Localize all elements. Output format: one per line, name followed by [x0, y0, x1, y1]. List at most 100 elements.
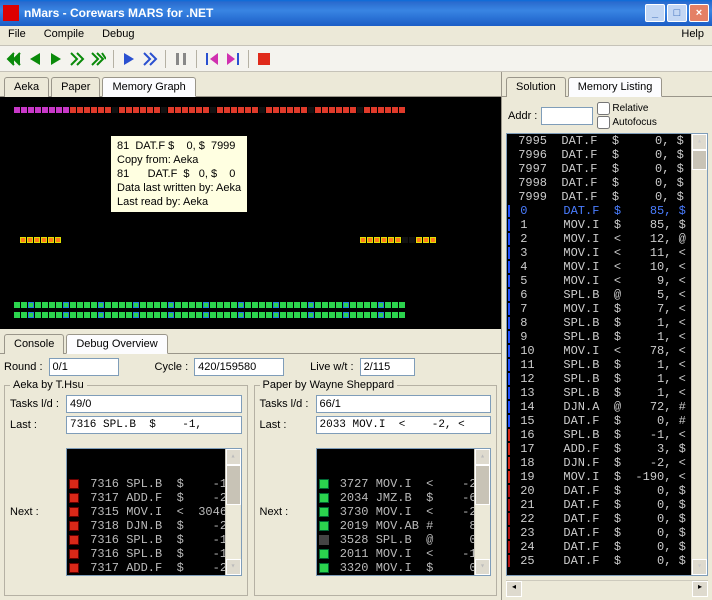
- memory-row[interactable]: 16 SPL.B $ -1, < -2857: [507, 428, 707, 442]
- memory-row[interactable]: 17 ADD.F $ 3, $ -2: [507, 442, 707, 456]
- scrollbar-v[interactable]: ▴▾: [474, 449, 490, 575]
- last-a-field[interactable]: [66, 416, 242, 434]
- menu-compile[interactable]: Compile: [44, 28, 84, 43]
- last-b-label: Last :: [260, 419, 310, 431]
- rewind-icon[interactable]: [204, 51, 220, 67]
- cursor-step-icon[interactable]: [121, 51, 137, 67]
- tab-memory-listing[interactable]: Memory Listing: [568, 77, 663, 97]
- list-item[interactable]: 7315 MOV.I < 3046: [67, 505, 241, 519]
- memory-row[interactable]: 8 SPL.B $ 1, < -2856: [507, 316, 707, 330]
- cycle-field[interactable]: [194, 358, 284, 376]
- memory-row[interactable]: 25 DAT.F $ 0, $ 0: [507, 554, 707, 568]
- memory-row[interactable]: 7999 DAT.F $ 0, $ 0: [507, 190, 707, 204]
- memory-row[interactable]: 2 MOV.I < 12, @ 10: [507, 232, 707, 246]
- step-back-all-icon[interactable]: [6, 51, 22, 67]
- memory-row[interactable]: 1 MOV.I $ 85, $ 3494: [507, 218, 707, 232]
- memory-row[interactable]: 14 DJN.A @ 72, # 1: [507, 400, 707, 414]
- list-item[interactable]: 7316 SPL.B $ -1: [67, 477, 241, 491]
- menu-file[interactable]: File: [8, 28, 26, 43]
- list-item-text: 7315 MOV.I < 3046: [83, 575, 227, 576]
- memory-row[interactable]: 5 MOV.I < 9, < 6: [507, 274, 707, 288]
- tasks-b-field[interactable]: [316, 395, 492, 413]
- list-item[interactable]: 7317 ADD.F $ -2: [67, 561, 241, 575]
- memory-row[interactable]: 12 SPL.B $ 1, < -2856: [507, 372, 707, 386]
- row-marker: [508, 485, 510, 497]
- memory-listing[interactable]: 7995 DAT.F $ 0, $ 0 7996 DAT.F $ 0, $ 0 …: [506, 133, 708, 576]
- tab-console[interactable]: Console: [4, 334, 64, 354]
- memory-row[interactable]: 13 SPL.B $ 1, < -2856: [507, 386, 707, 400]
- list-item[interactable]: 2011 MOV.I < -1: [317, 547, 491, 561]
- memory-row[interactable]: 10 MOV.I < 78, < -10: [507, 344, 707, 358]
- memory-row[interactable]: 7 MOV.I $ 7, < 4: [507, 302, 707, 316]
- memory-row[interactable]: 11 SPL.B $ 1, < -2856: [507, 358, 707, 372]
- tab-memory-graph[interactable]: Memory Graph: [102, 77, 195, 97]
- step-back-icon[interactable]: [27, 51, 43, 67]
- memory-row-text: 5 MOV.I < 9, < 6: [513, 274, 708, 288]
- memory-row[interactable]: 3 MOV.I < 11, < 8: [507, 246, 707, 260]
- stop-icon[interactable]: [256, 51, 272, 67]
- memory-row[interactable]: 24 DAT.F $ 0, $ 0: [507, 540, 707, 554]
- list-item[interactable]: 7318 DJN.B $ -2: [67, 519, 241, 533]
- tasks-a-field[interactable]: [66, 395, 242, 413]
- list-item[interactable]: 2019 MOV.AB # 8: [317, 519, 491, 533]
- run-icon[interactable]: [48, 51, 64, 67]
- memory-row[interactable]: 21 DAT.F $ 0, $ 0: [507, 498, 707, 512]
- ffwd-end-icon[interactable]: [225, 51, 241, 67]
- memory-row[interactable]: 6 SPL.B @ 5, < -2856: [507, 288, 707, 302]
- memory-row[interactable]: 15 DAT.F $ 0, # 74: [507, 414, 707, 428]
- next-a-list[interactable]: 7316 SPL.B $ -1 7317 ADD.F $ -2 7315 MOV…: [66, 448, 242, 576]
- memory-row[interactable]: 7997 DAT.F $ 0, $ 0: [507, 162, 707, 176]
- autofocus-checkbox[interactable]: Autofocus: [597, 116, 656, 129]
- memory-row[interactable]: 0 DAT.F $ 85, $ 3500: [507, 204, 707, 218]
- cursor-fast-icon[interactable]: [142, 51, 158, 67]
- close-button[interactable]: ×: [689, 4, 709, 22]
- color-marker: [69, 479, 79, 489]
- last-b-field[interactable]: [316, 416, 492, 434]
- memory-tooltip: 81 DAT.F $ 0, $ 7999 Copy from: Aeka 81 …: [110, 135, 248, 213]
- scrollbar-v[interactable]: ▴▾: [225, 449, 241, 575]
- scrollbar-v[interactable]: ▴▾: [691, 134, 707, 575]
- tab-aeka[interactable]: Aeka: [4, 77, 49, 97]
- list-item[interactable]: 3730 MOV.I < -2: [317, 505, 491, 519]
- memory-graph[interactable]: 81 DAT.F $ 0, $ 7999 Copy from: Aeka 81 …: [0, 97, 501, 329]
- round-field[interactable]: [49, 358, 119, 376]
- menu-help[interactable]: Help: [681, 28, 704, 43]
- memory-row[interactable]: 18 DJN.F $ -2, < -2859: [507, 456, 707, 470]
- memory-row[interactable]: 7995 DAT.F $ 0, $ 0: [507, 134, 707, 148]
- tab-solution[interactable]: Solution: [506, 77, 566, 97]
- step-icon[interactable]: [69, 51, 85, 67]
- memory-row[interactable]: 22 DAT.F $ 0, $ 0: [507, 512, 707, 526]
- list-item[interactable]: 3727 MOV.I < -2: [317, 477, 491, 491]
- list-item[interactable]: 7315 MOV.I < 3046: [67, 575, 241, 576]
- list-item[interactable]: 2034 JMZ.B $ -6: [317, 491, 491, 505]
- list-item[interactable]: 4618 MOV.AB # 8: [317, 575, 491, 576]
- list-item[interactable]: 7316 SPL.B $ -1: [67, 533, 241, 547]
- memory-row-text: 22 DAT.F $ 0, $ 0: [513, 512, 708, 526]
- memory-row[interactable]: 20 DAT.F $ 0, $ 0: [507, 484, 707, 498]
- list-item[interactable]: 3528 SPL.B @ 0: [317, 533, 491, 547]
- memory-row[interactable]: 7996 DAT.F $ 0, $ 0: [507, 148, 707, 162]
- fast-forward-icon[interactable]: [90, 51, 106, 67]
- relative-checkbox[interactable]: Relative: [597, 102, 656, 115]
- menu-debug[interactable]: Debug: [102, 28, 134, 43]
- warrior-a-group: Aeka by T.Hsu Tasks l/d : Last : Next : …: [4, 379, 248, 596]
- list-item-text: 3528 SPL.B @ 0: [333, 533, 477, 547]
- scrollbar-h[interactable]: ◂▸: [506, 580, 708, 596]
- minimize-button[interactable]: _: [645, 4, 665, 22]
- memory-row[interactable]: 7998 DAT.F $ 0, $ 0: [507, 176, 707, 190]
- list-item[interactable]: 7317 ADD.F $ -2: [67, 491, 241, 505]
- memory-row[interactable]: 19 MOV.I $ -190, < -190: [507, 470, 707, 484]
- live-field[interactable]: [360, 358, 415, 376]
- maximize-button[interactable]: □: [667, 4, 687, 22]
- next-b-list[interactable]: 3727 MOV.I < -2 2034 JMZ.B $ -6 3730 MOV…: [316, 448, 492, 576]
- list-item-text: 3320 MOV.I $ 0: [333, 561, 477, 575]
- list-item[interactable]: 3320 MOV.I $ 0: [317, 561, 491, 575]
- tab-paper[interactable]: Paper: [51, 77, 100, 97]
- pause-icon[interactable]: [173, 51, 189, 67]
- memory-row[interactable]: 23 DAT.F $ 0, $ 0: [507, 526, 707, 540]
- addr-field[interactable]: [541, 107, 593, 125]
- memory-row[interactable]: 4 MOV.I < 10, < 7: [507, 260, 707, 274]
- memory-row[interactable]: 9 SPL.B $ 1, < -2856: [507, 330, 707, 344]
- tab-debug-overview[interactable]: Debug Overview: [66, 334, 167, 354]
- list-item[interactable]: 7316 SPL.B $ -1: [67, 547, 241, 561]
